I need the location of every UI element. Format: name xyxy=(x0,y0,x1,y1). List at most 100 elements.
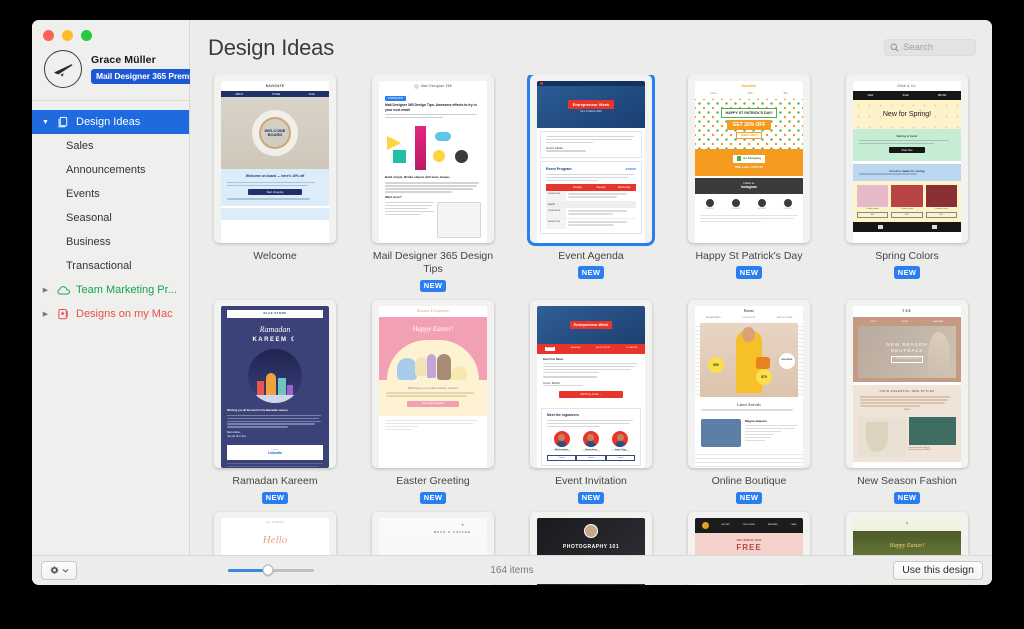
new-badge: NEW xyxy=(577,266,605,279)
template-label: Easter Greeting xyxy=(396,475,470,488)
sidebar-item-team-marketing-pr[interactable]: ▶ Team Marketing Pr... xyxy=(32,278,189,302)
search-input[interactable]: Search xyxy=(884,39,976,56)
template-preview: Bateau NEW ARRIVALS COLLECTION GIFTS FOR H… xyxy=(695,306,803,469)
content-header: Design Ideas Search xyxy=(190,20,992,75)
new-badge: NEW xyxy=(893,491,921,505)
template-thumbnail[interactable]: Bateau NEW ARRIVALS COLLECTION GIFTS FOR H… xyxy=(688,300,810,469)
new-badge: NEW xyxy=(735,491,763,505)
sidebar-item-label: Business xyxy=(66,236,111,248)
use-this-design-button[interactable]: Use this design xyxy=(893,560,983,580)
template-card[interactable]: Mail Designer 365 INSPIRATION Mail Desig… xyxy=(360,75,506,293)
search-icon xyxy=(890,43,899,52)
sidebar-item-events[interactable]: Events xyxy=(32,182,189,206)
sidebar-item-design-ideas[interactable]: ▼ Design Ideas xyxy=(32,110,189,134)
template-label: Happy St Patrick's Day xyxy=(695,250,803,262)
template-thumbnail[interactable]: Entrepreneur Week from 13 March 2020 Gra… xyxy=(530,75,652,243)
new-badge: NEW xyxy=(893,266,921,279)
template-preview: Entrepreneur Week HOME AGENDA BOOK TICKET L… xyxy=(537,306,645,469)
sidebar-item-label: Design Ideas xyxy=(76,116,141,128)
template-card[interactable]: Olive & Co. NEW SALE BRAND New for Spring!… xyxy=(834,75,980,292)
new-badge: NEW xyxy=(419,279,447,293)
template-card[interactable]: Entrepreneur Week from 13 March 2020 Gra… xyxy=(518,75,664,292)
zoom-slider-track xyxy=(228,564,314,576)
search-placeholder: Search xyxy=(903,42,934,53)
template-thumbnail[interactable]: NAVIGATE ABOUT STORE SALE WELCOME BOARD Wel… xyxy=(214,75,336,243)
template-preview: NAVIGATE ABOUT STORE SALE WELCOME BOARD Wel… xyxy=(221,81,329,243)
template-gallery[interactable]: NAVIGATE ABOUT STORE SALE WELCOME BOARD Wel… xyxy=(190,75,992,585)
footer-toolbar: 164 items Use this design xyxy=(32,555,992,584)
template-label: Spring Colors xyxy=(875,250,939,262)
account-name: Grace Müller xyxy=(91,53,156,66)
template-thumbnail[interactable]: Olive & Co. NEW SALE BRAND New for Spring!… xyxy=(846,75,968,243)
sidebar-item-label: Team Marketing Pr... xyxy=(76,284,177,296)
template-thumbnail[interactable]: Blooms & Supplies Happy Easter! Wishing … xyxy=(372,300,494,469)
sidebar: Grace Müller Mail Designer 365 Premium ▼… xyxy=(32,20,210,585)
template-label: Welcome xyxy=(253,250,297,262)
template-preview: Mail Designer 365 INSPIRATION Mail Desig… xyxy=(379,81,487,243)
main-content: Design Ideas Search NAVIGATE ABOUT STORE S… xyxy=(190,20,992,585)
disclosure-triangle-icon[interactable]: ▶ xyxy=(40,287,51,294)
template-preview: Doubble home Offer Bar HAPPY ST PATRICK'S … xyxy=(695,81,803,243)
sidebar-item-label: Announcements xyxy=(66,164,146,176)
template-label: Event Agenda xyxy=(558,250,624,262)
template-thumbnail[interactable]: Mail Designer 365 INSPIRATION Mail Desig… xyxy=(372,75,494,243)
account-header[interactable]: Grace Müller Mail Designer 365 Premium xyxy=(32,46,210,101)
sidebar-nav: ▼ Design Ideas Sales Announcements Events Sea… xyxy=(32,101,189,585)
settings-menu-button[interactable] xyxy=(41,560,77,580)
sidebar-item-label: Sales xyxy=(66,140,94,152)
template-preview: BLUE STONE Ramadan KAREEM ☾ Wishing you … xyxy=(221,306,329,469)
template-thumbnail[interactable]: Entrepreneur Week HOME AGENDA BOOK TICKET L… xyxy=(530,300,652,469)
template-label: Mail Designer 365 Design Tips xyxy=(372,250,494,276)
template-thumbnail[interactable]: Doubble home Offer Bar HAPPY ST PATRICK'S … xyxy=(688,75,810,243)
template-card[interactable]: Bateau NEW ARRIVALS COLLECTION GIFTS FOR H… xyxy=(676,300,822,505)
sidebar-item-announcements[interactable]: Announcements xyxy=(32,158,189,182)
gear-icon xyxy=(50,566,59,574)
template-card[interactable]: NAVIGATE ABOUT STORE SALE WELCOME BOARD Wel… xyxy=(202,75,348,292)
template-card[interactable]: Entrepreneur Week HOME AGENDA BOOK TICKET L… xyxy=(518,300,664,505)
disclosure-triangle-icon[interactable]: ▶ xyxy=(40,311,51,318)
sidebar-item-sales[interactable]: Sales xyxy=(32,134,189,158)
minimize-button[interactable] xyxy=(62,30,73,41)
new-badge: NEW xyxy=(261,491,289,505)
sidebar-item-transactional[interactable]: Transactional xyxy=(32,254,189,278)
page-title: Design Ideas xyxy=(208,34,335,60)
template-thumbnail[interactable]: BLUE STONE Ramadan KAREEM ☾ Wishing you … xyxy=(214,300,336,469)
disclosure-triangle-icon[interactable]: ▼ xyxy=(40,119,51,126)
template-label: New Season Fashion xyxy=(857,475,957,488)
stacked-pages-icon xyxy=(56,116,71,129)
item-count-label: 164 items xyxy=(490,564,534,576)
template-preview: Entrepreneur Week from 13 March 2020 Gra… xyxy=(537,81,645,243)
sidebar-item-label: Seasonal xyxy=(66,212,112,224)
sidebar-item-label: Transactional xyxy=(66,260,132,272)
sidebar-item-label: Events xyxy=(66,188,100,200)
zoom-button[interactable] xyxy=(81,30,92,41)
new-badge: NEW xyxy=(577,491,605,505)
chevron-down-icon xyxy=(62,568,69,573)
template-card[interactable]: TSE SHOP LOOKS SEASONAL NEW SEASON NEUTRALS… xyxy=(834,300,980,505)
airplane-icon xyxy=(54,64,73,77)
template-label: Online Boutique xyxy=(711,475,787,488)
avatar xyxy=(44,50,82,88)
template-label: Event Invitation xyxy=(555,475,627,488)
sidebar-item-designs-on-my-mac[interactable]: ▶ Designs on my Mac xyxy=(32,302,189,326)
template-preview: Olive & Co. NEW SALE BRAND New for Spring!… xyxy=(853,81,961,243)
mac-design-icon xyxy=(56,308,71,321)
zoom-slider[interactable] xyxy=(228,564,314,576)
sidebar-item-seasonal[interactable]: Seasonal xyxy=(32,206,189,230)
template-thumbnail[interactable]: TSE SHOP LOOKS SEASONAL NEW SEASON NEUTRALS… xyxy=(846,300,968,469)
template-preview: TSE SHOP LOOKS SEASONAL NEW SEASON NEUTRALS… xyxy=(853,306,961,469)
template-label: Ramadan Kareem xyxy=(232,475,318,488)
template-card[interactable]: Doubble home Offer Bar HAPPY ST PATRICK'S … xyxy=(676,75,822,292)
new-badge: NEW xyxy=(419,491,447,505)
close-button[interactable] xyxy=(43,30,54,41)
app-window: Grace Müller Mail Designer 365 Premium ▼… xyxy=(32,20,992,585)
new-badge: NEW xyxy=(735,266,763,279)
window-traffic-lights xyxy=(32,20,189,46)
cloud-icon xyxy=(56,285,71,296)
sidebar-item-business[interactable]: Business xyxy=(32,230,189,254)
template-card[interactable]: BLUE STONE Ramadan KAREEM ☾ Wishing you … xyxy=(202,300,348,505)
template-card[interactable]: Blooms & Supplies Happy Easter! Wishing … xyxy=(360,300,506,505)
zoom-slider-knob[interactable] xyxy=(262,564,274,576)
sidebar-item-label: Designs on my Mac xyxy=(76,308,173,320)
template-preview: Blooms & Supplies Happy Easter! Wishing … xyxy=(379,306,487,469)
